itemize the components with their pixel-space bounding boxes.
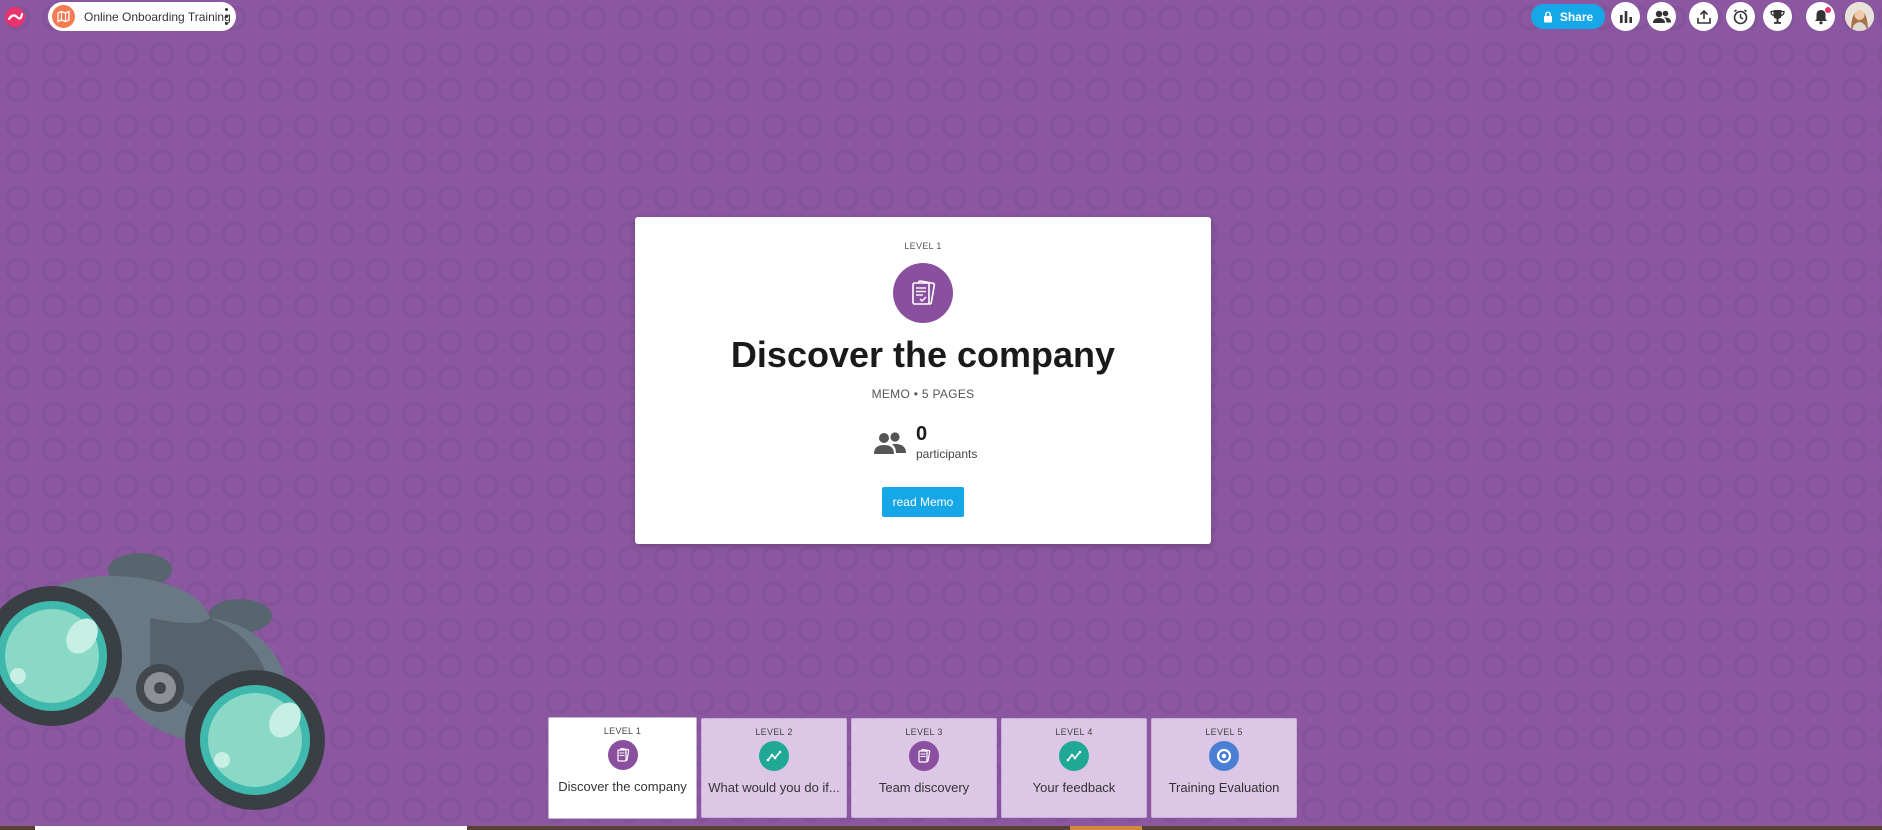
- participants-label: participants: [916, 447, 978, 461]
- export-button[interactable]: [1689, 2, 1718, 31]
- tab-level-label: LEVEL 2: [755, 727, 793, 737]
- tab-title: Team discovery: [878, 780, 970, 795]
- card-subtitle: MEMO • 5 PAGES: [871, 387, 975, 401]
- project-title: Online Onboarding Training: [84, 9, 231, 24]
- share-button[interactable]: Share: [1531, 4, 1605, 29]
- people-icon: [874, 432, 906, 454]
- tab-title: Your feedback: [1032, 780, 1116, 795]
- leaderboard-button[interactable]: [1763, 2, 1792, 31]
- memo-icon: [893, 263, 953, 323]
- analytics-button[interactable]: [1611, 2, 1640, 31]
- timer-icon: [1733, 9, 1748, 25]
- participants-summary: 0 participants: [872, 423, 1002, 463]
- notification-badge: [1825, 7, 1831, 13]
- card-level-label: LEVEL 1: [904, 241, 942, 251]
- user-avatar[interactable]: [1845, 2, 1874, 31]
- trend-icon: [759, 741, 789, 771]
- lock-icon: [1543, 11, 1552, 22]
- tab-level-label: LEVEL 1: [603, 726, 642, 736]
- memo-icon: [909, 741, 939, 771]
- notifications-button[interactable]: [1806, 2, 1835, 31]
- more-options-icon[interactable]: [222, 8, 230, 25]
- read-memo-button[interactable]: read Memo: [882, 487, 964, 517]
- tab-level-label: LEVEL 5: [1205, 727, 1243, 737]
- level-tab-2[interactable]: LEVEL 2 What would you do if...: [701, 718, 847, 818]
- trophy-icon: [1770, 10, 1785, 24]
- tab-level-label: LEVEL 3: [905, 727, 943, 737]
- evaluation-icon: [1209, 741, 1239, 771]
- tab-level-label: LEVEL 4: [1055, 727, 1093, 737]
- memo-icon: [607, 740, 638, 770]
- participants-button[interactable]: [1647, 2, 1676, 31]
- level-tab-5[interactable]: LEVEL 5 Training Evaluation: [1151, 718, 1297, 818]
- export-icon: [1696, 9, 1711, 24]
- participants-icon: [1652, 10, 1671, 23]
- project-selector[interactable]: Online Onboarding Training: [48, 2, 236, 31]
- level-detail-card: LEVEL 1 Discover the company MEMO • 5 PA…: [635, 217, 1211, 544]
- tab-title: Discover the company: [558, 779, 687, 794]
- bottom-progress-strip: [0, 826, 1882, 830]
- app-logo-icon: [5, 7, 25, 27]
- level-navigation: LEVEL 1 Discover the company LEVEL 2 Wha…: [548, 717, 1297, 819]
- level-tab-3[interactable]: LEVEL 3 Team discovery: [851, 718, 997, 818]
- participants-count: 0: [916, 423, 928, 445]
- tab-title: Training Evaluation: [1168, 780, 1280, 795]
- binoculars-illustration: [0, 553, 325, 810]
- tab-title: What would you do if...: [708, 780, 840, 795]
- analytics-icon: [1619, 10, 1632, 23]
- progress-marker: [1070, 826, 1142, 830]
- app-logo[interactable]: [4, 6, 26, 28]
- progress-indicator: [35, 826, 467, 830]
- card-title: Discover the company: [730, 334, 1116, 375]
- map-icon: [52, 5, 75, 28]
- share-label: Share: [1559, 9, 1594, 24]
- trend-icon: [1059, 741, 1089, 771]
- level-tab-1[interactable]: LEVEL 1 Discover the company: [548, 717, 697, 819]
- level-tab-4[interactable]: LEVEL 4 Your feedback: [1001, 718, 1147, 818]
- avatar-image: [1845, 2, 1874, 31]
- timer-button[interactable]: [1726, 2, 1755, 31]
